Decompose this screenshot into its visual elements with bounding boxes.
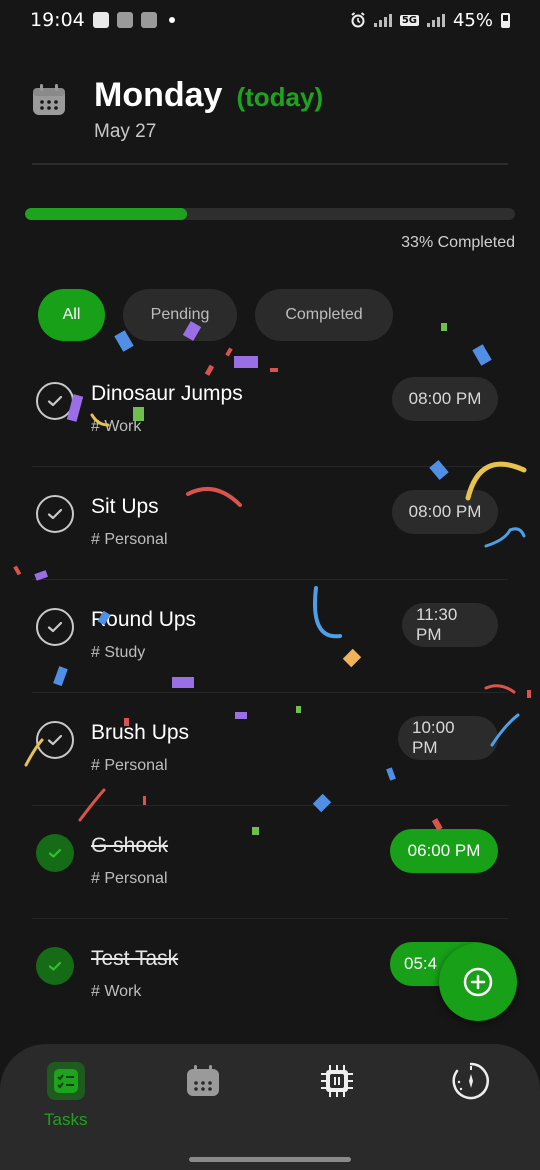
task-title: G shock (91, 834, 169, 857)
task-item[interactable]: Brush Ups # Personal 10:00 PM (32, 693, 508, 806)
check-icon (47, 621, 63, 633)
task-time-pill[interactable]: 08:00 PM (392, 490, 498, 534)
task-tag: # Personal (91, 870, 168, 887)
nav-ai[interactable] (318, 1062, 356, 1100)
add-icon (463, 967, 493, 997)
calendar-icon (184, 1062, 222, 1100)
task-title: Dinosaur Jumps (91, 382, 243, 405)
task-time-pill[interactable]: 10:00 PM (398, 716, 498, 760)
task-item[interactable]: Test Task # Work 05:4 (32, 919, 508, 1032)
add-task-button[interactable] (439, 943, 517, 1021)
nav-tasks-label: Tasks (44, 1110, 88, 1129)
battery-icon (501, 12, 510, 28)
task-tag: # Personal (91, 531, 168, 548)
check-icon (48, 848, 62, 858)
task-item[interactable]: Dinosaur Jumps # Work 08:00 PM (32, 354, 508, 467)
task-time-pill[interactable]: 06:00 PM (390, 829, 498, 873)
wifi-signal-icon (373, 13, 392, 27)
checklist-icon (46, 1062, 85, 1100)
task-title: Brush Ups (91, 721, 190, 744)
nav-calendar[interactable] (184, 1062, 222, 1100)
filter-completed-chip[interactable]: Completed (255, 289, 393, 341)
alarm-icon (351, 12, 365, 28)
task-checkbox[interactable] (36, 495, 74, 533)
task-checkbox-checked[interactable] (36, 947, 74, 985)
task-tag: # Personal (91, 757, 168, 774)
chip-icon (318, 1062, 356, 1100)
task-item[interactable]: Sit Ups # Personal 08:00 PM (32, 467, 508, 580)
task-tag: # Work (91, 983, 142, 1000)
cell-signal-icon (426, 13, 445, 27)
status-time: 19:04 (30, 9, 85, 31)
task-time-pill[interactable]: 08:00 PM (392, 377, 498, 421)
task-checkbox[interactable] (36, 721, 74, 759)
calendar-icon[interactable] (32, 84, 66, 116)
timer-icon (452, 1062, 490, 1100)
progress-label: 33% Completed (401, 234, 515, 251)
filter-all-chip[interactable]: All (38, 289, 105, 341)
date-header: Monday (today) May 27 (32, 76, 508, 143)
task-title: Sit Ups (91, 495, 159, 518)
day-title: Monday (94, 76, 223, 114)
task-item[interactable]: Round Ups # Study 11:30 PM (32, 580, 508, 693)
more-notifications-dot (168, 17, 175, 23)
header-divider (32, 163, 508, 165)
bottom-navigation: Tasks (0, 1044, 540, 1170)
task-checkbox-checked[interactable] (36, 834, 74, 872)
tasks-notification-icon (116, 12, 133, 28)
task-title: Test Task (91, 947, 179, 970)
filter-pending-chip[interactable]: Pending (123, 289, 237, 341)
status-bar: 19:04 5G 45% (0, 0, 540, 40)
tasks-notification-icon-2 (140, 12, 157, 28)
filter-tabs: All Pending Completed (38, 289, 393, 341)
nav-tasks[interactable]: Tasks (44, 1062, 87, 1130)
check-icon (47, 508, 63, 520)
check-icon (48, 961, 62, 971)
task-checkbox[interactable] (36, 382, 74, 420)
network-type-badge: 5G (399, 14, 419, 26)
task-tag: # Study (91, 644, 146, 661)
gallery-notification-icon (92, 12, 109, 28)
battery-percent: 45% (452, 9, 493, 31)
nav-timer[interactable] (452, 1062, 490, 1100)
progress-fill (25, 208, 187, 220)
check-icon (47, 734, 63, 746)
progress-bar (25, 208, 515, 220)
task-item[interactable]: G shock # Personal 06:00 PM (32, 806, 508, 919)
task-title: Round Ups (91, 608, 197, 631)
task-checkbox[interactable] (36, 608, 74, 646)
check-icon (47, 395, 63, 407)
date-subtitle: May 27 (94, 121, 157, 142)
task-tag: # Work (91, 418, 142, 435)
task-time-pill[interactable]: 11:30 PM (402, 603, 498, 647)
today-label: (today) (236, 82, 324, 112)
home-indicator[interactable] (189, 1157, 351, 1162)
task-list: Dinosaur Jumps # Work 08:00 PM Sit Ups #… (32, 354, 508, 1032)
